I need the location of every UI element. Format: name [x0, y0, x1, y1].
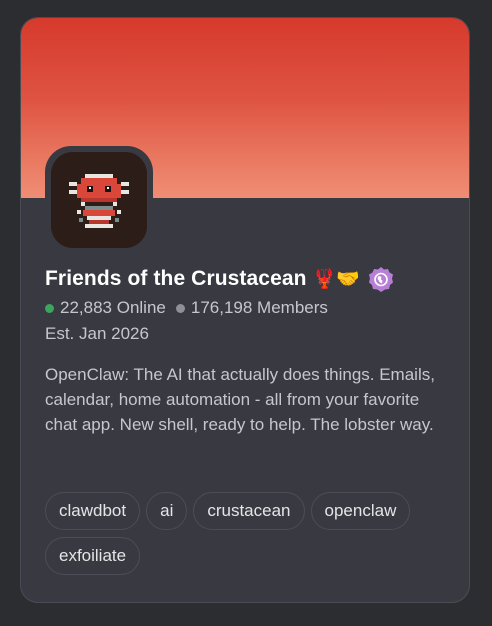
server-title-row: Friends of the Crustacean 🦞🤝 — [45, 266, 394, 292]
server-profile-card: Friends of the Crustacean 🦞🤝 22,883 Onli… — [20, 17, 470, 603]
online-status-dot — [45, 303, 54, 313]
established-date: Est. Jan 2026 — [45, 324, 149, 343]
server-stats: 22,883 Online 176,198 Members — [45, 298, 328, 318]
tag-clawdbot[interactable]: clawdbot — [45, 492, 141, 530]
pixel-lobster-icon — [51, 152, 147, 248]
community-globe-icon[interactable] — [368, 266, 394, 292]
server-name: Friends of the Crustacean — [45, 267, 307, 290]
tag-crustacean[interactable]: crustacean — [193, 492, 305, 530]
server-description: OpenClaw: The AI that actually does thin… — [45, 365, 435, 434]
tag-openclaw[interactable]: openclaw — [310, 492, 411, 530]
tag-ai[interactable]: ai — [146, 492, 188, 530]
members-status-dot — [175, 303, 185, 313]
server-avatar[interactable] — [51, 152, 147, 248]
lobster-handshake-emoji: 🦞🤝 — [312, 267, 360, 290]
server-avatar-frame — [45, 146, 153, 254]
server-tags: clawdbot ai crustacean openclaw exfoilia… — [45, 492, 455, 575]
member-count: 176,198 Members — [190, 298, 328, 317]
online-count: 22,883 Online — [60, 298, 166, 317]
tag-exfoiliate[interactable]: exfoiliate — [45, 537, 141, 575]
